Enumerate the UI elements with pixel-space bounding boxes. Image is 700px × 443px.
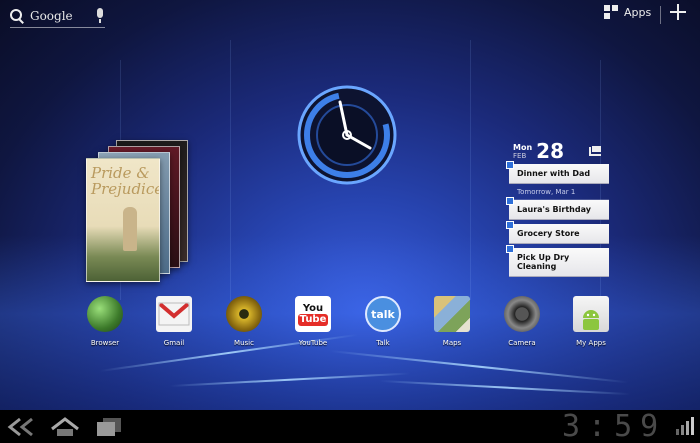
app-label: Camera	[508, 339, 536, 347]
camera-icon	[504, 296, 540, 332]
apps-grid-icon	[604, 5, 618, 19]
app-label: Browser	[90, 339, 120, 347]
calendar-month: FEB	[513, 151, 527, 160]
app-gmail[interactable]: Gmail	[144, 296, 204, 347]
app-label: Talk	[376, 339, 390, 347]
book-cover-pride-and-prejudice[interactable]: Pride & Prejudice	[86, 158, 160, 282]
apps-label: Apps	[624, 5, 652, 19]
app-talk[interactable]: talk Talk	[353, 296, 413, 347]
analog-clock-widget[interactable]	[296, 84, 398, 186]
book-figure	[123, 207, 137, 251]
search-icon	[10, 9, 24, 23]
bg-line	[230, 40, 231, 300]
globe-icon	[87, 296, 123, 332]
search-label: Google	[30, 9, 73, 23]
app-label: YouTube	[298, 339, 328, 347]
calendar-date-separator: Tomorrow, Mar 1	[509, 184, 609, 200]
calendar-event[interactable]: Pick Up Dry Cleaning	[506, 245, 609, 277]
back-icon[interactable]	[6, 416, 36, 438]
maps-icon	[434, 296, 470, 332]
new-event-icon[interactable]	[589, 144, 603, 156]
signal-strength-icon	[676, 417, 694, 435]
app-youtube[interactable]: You Tube YouTube	[283, 296, 343, 347]
calendar-day-of-week: Mon	[513, 142, 533, 152]
youtube-icon: You Tube	[295, 296, 331, 332]
calendar-header: Mon FEB 28	[505, 138, 609, 164]
home-screen: Google Apps Pride & Prejudice Mon FEB 28…	[0, 0, 700, 443]
app-my-apps[interactable]: My Apps	[561, 296, 621, 347]
app-dock: Browser Gmail Music You Tube YouTube tal…	[0, 296, 700, 356]
app-maps[interactable]: Maps	[422, 296, 482, 347]
calendar-event[interactable]: Laura's Birthday	[506, 197, 609, 220]
app-label: Maps	[442, 339, 462, 347]
add-widget-plus-icon[interactable]	[670, 4, 686, 20]
book-stack-widget[interactable]: Pride & Prejudice	[86, 140, 196, 282]
status-clock[interactable]: 3:59	[562, 410, 666, 443]
book-title: Pride & Prejudice	[91, 164, 160, 198]
app-label: My Apps	[576, 339, 606, 347]
talk-icon: talk	[365, 296, 401, 332]
app-label: Gmail	[163, 339, 185, 347]
gmail-icon	[156, 296, 192, 332]
topbar-divider	[660, 6, 661, 24]
google-search-bar[interactable]: Google	[10, 5, 105, 28]
apps-button[interactable]: Apps	[604, 5, 651, 19]
calendar-event[interactable]: Dinner with Dad	[506, 161, 609, 184]
microphone-icon[interactable]	[95, 8, 105, 24]
calendar-widget[interactable]: Mon FEB 28 Dinner with Dad Tomorrow, Mar…	[505, 138, 609, 277]
calendar-day-number: 28	[536, 139, 564, 163]
app-browser[interactable]: Browser	[75, 296, 135, 347]
app-label: Music	[234, 339, 254, 347]
android-market-icon	[573, 296, 609, 332]
music-icon	[226, 296, 262, 332]
bg-line	[470, 40, 471, 300]
calendar-event[interactable]: Grocery Store	[506, 221, 609, 244]
app-camera[interactable]: Camera	[492, 296, 552, 347]
home-icon[interactable]	[50, 416, 80, 438]
recent-apps-icon[interactable]	[94, 416, 124, 438]
app-music[interactable]: Music	[214, 296, 274, 347]
